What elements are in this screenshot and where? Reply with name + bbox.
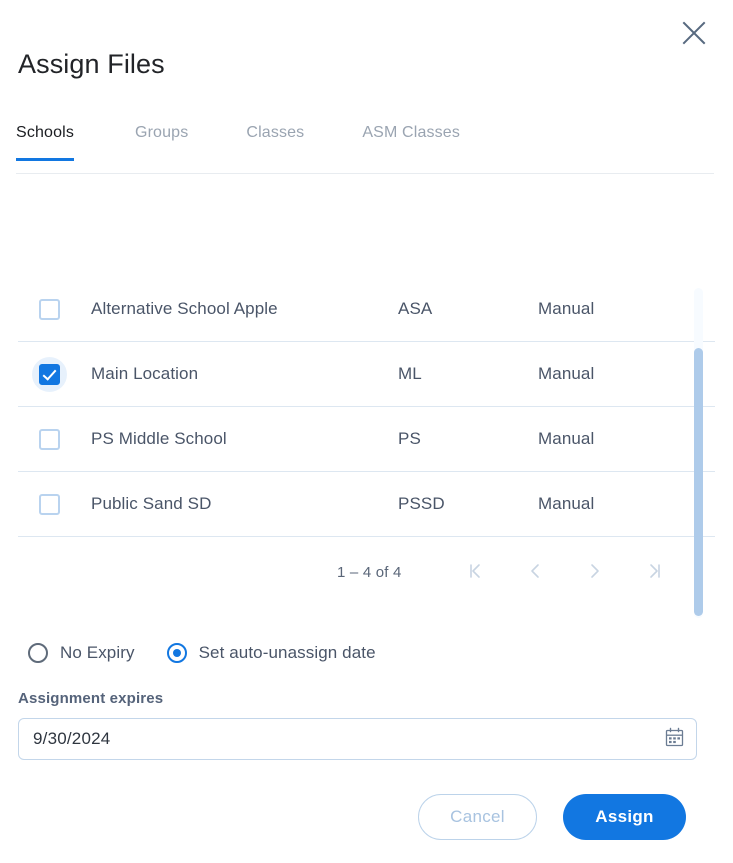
- cell-type: Manual: [538, 299, 595, 318]
- expiry-radio-group: No Expiry Set auto-unassign date: [28, 643, 376, 663]
- calendar-icon: [664, 727, 685, 751]
- radio-set-auto-unassign-date-label: Set auto-unassign date: [198, 643, 376, 662]
- row-checkbox[interactable]: [39, 428, 60, 450]
- cell-type: Manual: [538, 429, 595, 448]
- previous-page-button[interactable]: [515, 552, 555, 592]
- row-checkbox[interactable]: [39, 298, 60, 320]
- page-title: Assign Files: [18, 49, 165, 79]
- radio-set-auto-unassign-date-indicator[interactable]: [166, 643, 187, 663]
- last-page-icon: [646, 562, 664, 583]
- radio-no-expiry-indicator[interactable]: [28, 643, 48, 663]
- close-icon: [681, 20, 707, 46]
- row-checkbox-cell: [18, 428, 91, 450]
- dialog-footer: Cancel Assign: [0, 794, 733, 842]
- table-row[interactable]: Alternative School Apple ASA Manual: [18, 277, 715, 342]
- assignment-expires-label: Assignment expires: [18, 690, 164, 707]
- last-page-button[interactable]: [635, 552, 675, 592]
- cell-school-name: Alternative School Apple: [91, 299, 278, 318]
- tab-groups[interactable]: Groups: [135, 122, 188, 160]
- cell-type: Manual: [538, 364, 595, 383]
- next-page-icon: [586, 562, 604, 583]
- tab-asm-classes[interactable]: ASM Classes: [362, 122, 460, 160]
- row-checkbox-cell: [18, 493, 91, 515]
- cell-school-name: PS Middle School: [91, 429, 227, 448]
- table-row[interactable]: PS Middle School PS Manual: [18, 407, 715, 472]
- radio-no-expiry[interactable]: No Expiry: [28, 643, 135, 663]
- cell-abbreviation: PSSD: [398, 494, 445, 513]
- cancel-button[interactable]: Cancel: [418, 794, 537, 840]
- assignment-expires-field[interactable]: [18, 718, 697, 760]
- cell-type: Manual: [538, 494, 595, 513]
- table-row[interactable]: Public Sand SD PSSD Manual: [18, 472, 715, 537]
- radio-set-auto-unassign-date[interactable]: Set auto-unassign date: [166, 643, 376, 663]
- tab-classes[interactable]: Classes: [246, 122, 304, 160]
- cell-school-name: Public Sand SD: [91, 494, 212, 513]
- close-dialog-button[interactable]: [673, 12, 715, 54]
- previous-page-icon: [526, 562, 544, 583]
- paginator: 1 – 4 of 4: [0, 539, 697, 605]
- cell-abbreviation: ML: [398, 364, 422, 383]
- open-datepicker-button[interactable]: [652, 719, 696, 759]
- tab-bar: Schools Groups Classes ASM Classes: [16, 122, 714, 174]
- first-page-icon: [466, 562, 484, 583]
- schools-table: Alternative School Apple ASA Manual Main…: [0, 277, 733, 539]
- next-page-button[interactable]: [575, 552, 615, 592]
- row-checkbox[interactable]: [39, 493, 60, 515]
- row-checkbox[interactable]: [32, 356, 67, 392]
- row-checkbox-cell: [18, 298, 91, 320]
- cell-abbreviation: ASA: [398, 299, 433, 318]
- first-page-button[interactable]: [455, 552, 495, 592]
- cell-abbreviation: PS: [398, 429, 421, 448]
- page-range-label: 1 – 4 of 4: [337, 563, 402, 581]
- radio-no-expiry-label: No Expiry: [60, 643, 135, 662]
- row-checkbox-cell: [18, 356, 91, 392]
- assign-button[interactable]: Assign: [563, 794, 686, 840]
- assignment-expires-input[interactable]: [19, 728, 652, 750]
- tab-schools[interactable]: Schools: [16, 122, 74, 161]
- table-row[interactable]: Main Location ML Manual: [18, 342, 715, 407]
- cell-school-name: Main Location: [91, 364, 199, 383]
